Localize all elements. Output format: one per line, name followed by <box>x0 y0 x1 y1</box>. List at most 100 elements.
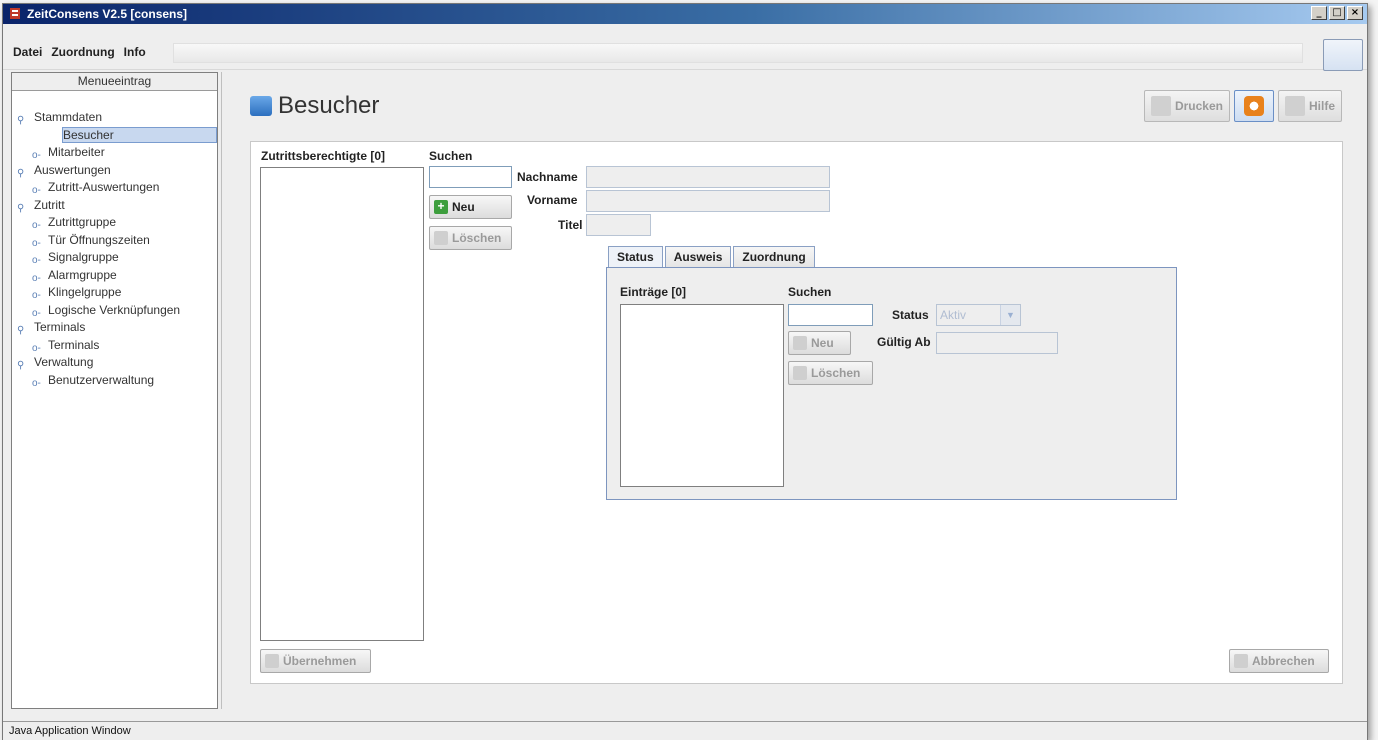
title-label: Titel <box>558 218 583 232</box>
help-button-label: Hilfe <box>1308 99 1335 113</box>
status-delete-button[interactable]: Löschen <box>788 361 873 385</box>
entries-label: Einträge [0] <box>620 285 687 299</box>
tree-node-label: Stammdaten <box>34 110 103 124</box>
tree-node-label: Logische Verknüpfungen <box>48 302 181 317</box>
status-search-input[interactable] <box>788 304 873 326</box>
menu-strip <box>173 43 1303 63</box>
tree-item-zutrittgruppe[interactable]: o- Zutrittgruppe <box>12 214 217 232</box>
printer-icon <box>1150 96 1171 116</box>
detail-tabs: Status Ausweis Zuordnung <box>608 246 817 268</box>
help-icon <box>1284 96 1305 116</box>
delete-icon <box>434 231 448 245</box>
search-input[interactable] <box>429 166 512 188</box>
sidebar-header: Menueeintrag <box>12 73 217 91</box>
status-new-button[interactable]: Neu <box>788 331 851 355</box>
tree-node-label: Tür Öffnungszeiten <box>48 232 150 247</box>
tree-node-label: Auswertungen <box>34 162 111 177</box>
valid-from-label: Gültig Ab <box>877 335 931 349</box>
corner-widget[interactable] <box>1323 39 1363 71</box>
tab-status[interactable]: Status <box>608 246 663 268</box>
status-select-value: Aktiv <box>940 308 967 322</box>
tree-node-auswertungen[interactable]: ⚲ Auswertungen <box>12 162 217 180</box>
tree-node-verwaltung[interactable]: ⚲ Verwaltung <box>12 354 217 372</box>
page-title: Besucher <box>250 92 379 120</box>
tree-item-logische-verknuepfungen[interactable]: o- Logische Verknüpfungen <box>12 302 217 320</box>
close-button[interactable]: × <box>1347 6 1363 20</box>
valid-from-field[interactable] <box>936 332 1058 354</box>
visitor-list-label: Zutrittsberechtigte [0] <box>261 149 386 163</box>
tree-item-benutzerverwaltung[interactable]: o- Benutzerverwaltung <box>12 372 217 390</box>
tree-item-alarmgruppe[interactable]: o- Alarmgruppe <box>12 267 217 285</box>
print-button-label: Drucken <box>1174 99 1223 113</box>
visitor-list[interactable] <box>260 167 424 641</box>
tree-node-label: Terminals <box>48 337 100 352</box>
tree-node-label: Verwaltung <box>34 355 94 369</box>
delete-icon <box>793 366 807 380</box>
tree-node-label: Benutzerverwaltung <box>48 372 155 387</box>
add-icon <box>793 336 807 350</box>
status-new-label: Neu <box>811 336 834 350</box>
new-button[interactable]: + Neu <box>429 195 512 219</box>
tree-item-terminals[interactable]: o- Terminals <box>12 337 217 355</box>
firstname-label: Vorname <box>527 193 578 207</box>
tree-item-tuer-oeffnungszeiten[interactable]: o- Tür Öffnungszeiten <box>12 232 217 250</box>
main-content: Besucher Drucken Hilfe Zutrittsberechtig… <box>221 72 1366 709</box>
firstname-field[interactable] <box>586 190 830 212</box>
tree-item-besucher[interactable]: Besucher <box>12 126 217 145</box>
new-button-label: Neu <box>452 200 475 214</box>
tree-node-terminals[interactable]: ⚲ Terminals <box>12 319 217 337</box>
delete-button-label: Löschen <box>452 231 502 245</box>
tree-item-zutritt-auswertungen[interactable]: o- Zutritt-Auswertungen <box>12 179 217 197</box>
refresh-button[interactable] <box>1233 90 1274 122</box>
title-field[interactable] <box>586 214 651 236</box>
tree-item-mitarbeiter[interactable]: o- Mitarbeiter <box>12 144 217 162</box>
apply-button[interactable]: Übernehmen <box>260 649 371 673</box>
tree-node-label: Zutrittgruppe <box>48 215 117 229</box>
tree-node-stammdaten[interactable]: ⚲ Stammdaten <box>12 109 217 127</box>
status-label: Status <box>892 308 929 322</box>
cancel-icon <box>1234 654 1248 668</box>
lastname-field[interactable] <box>586 166 830 188</box>
window-controls: _ □ × <box>1311 6 1363 20</box>
app-icon <box>10 8 20 19</box>
menu-bar: Datei Zuordnung Info <box>3 24 1367 71</box>
tree-item-klingelgruppe[interactable]: o- Klingelgruppe <box>12 284 217 302</box>
tree-node-label: Terminals <box>34 320 86 334</box>
visitor-icon <box>250 96 272 116</box>
search-label: Suchen <box>429 149 473 163</box>
tree-node-label: Zutritt-Auswertungen <box>48 180 160 194</box>
tree-item-signalgruppe[interactable]: o- Signalgruppe <box>12 249 217 267</box>
tree-node-label: Klingelgruppe <box>48 285 122 299</box>
apply-button-label: Übernehmen <box>283 654 357 668</box>
status-select[interactable]: Aktiv ▼ <box>936 304 1021 326</box>
add-icon: + <box>434 200 448 214</box>
tree-node-label: Besucher <box>62 126 217 143</box>
entries-list[interactable] <box>620 304 784 487</box>
chevron-down-icon: ▼ <box>1000 305 1020 325</box>
delete-button[interactable]: Löschen <box>429 226 512 250</box>
tree-node-label: Mitarbeiter <box>48 145 105 159</box>
application-window: ZeitConsens V2.5 [consens] _ □ × Datei Z… <box>2 3 1368 740</box>
navigation-sidebar: Menueeintrag ⚲ Stammdaten Besucher o- Mita… <box>11 72 218 709</box>
menu-info[interactable]: Info <box>124 45 146 59</box>
status-bar: Java Application Window <box>3 721 1367 740</box>
tab-ausweis[interactable]: Ausweis <box>664 246 732 268</box>
cancel-button-label: Abbrechen <box>1252 654 1315 668</box>
page-title-text: Besucher <box>278 92 380 119</box>
tree-leaf-icon: o- <box>32 377 41 389</box>
status-delete-label: Löschen <box>811 366 861 380</box>
maximize-button[interactable]: □ <box>1329 6 1345 20</box>
status-tab-panel: Einträge [0] Suchen Neu Löschen Status A… <box>606 267 1177 500</box>
tree-node-zutritt[interactable]: ⚲ Zutritt <box>12 197 217 215</box>
menu-items: Datei Zuordnung Info <box>13 45 146 59</box>
cancel-button[interactable]: Abbrechen <box>1229 649 1329 673</box>
navigation-tree: ⚲ Stammdaten Besucher o- Mitarbeiter ⚲ Ausw… <box>12 91 217 389</box>
menu-datei[interactable]: Datei <box>13 45 42 59</box>
minimize-button[interactable]: _ <box>1311 6 1327 20</box>
tree-node-label: Alarmgruppe <box>48 267 117 282</box>
menu-zuordnung[interactable]: Zuordnung <box>51 45 114 59</box>
print-button[interactable]: Drucken <box>1143 90 1230 122</box>
tab-zuordnung[interactable]: Zuordnung <box>733 246 815 268</box>
status-search-label: Suchen <box>788 285 832 299</box>
help-button[interactable]: Hilfe <box>1277 90 1342 122</box>
